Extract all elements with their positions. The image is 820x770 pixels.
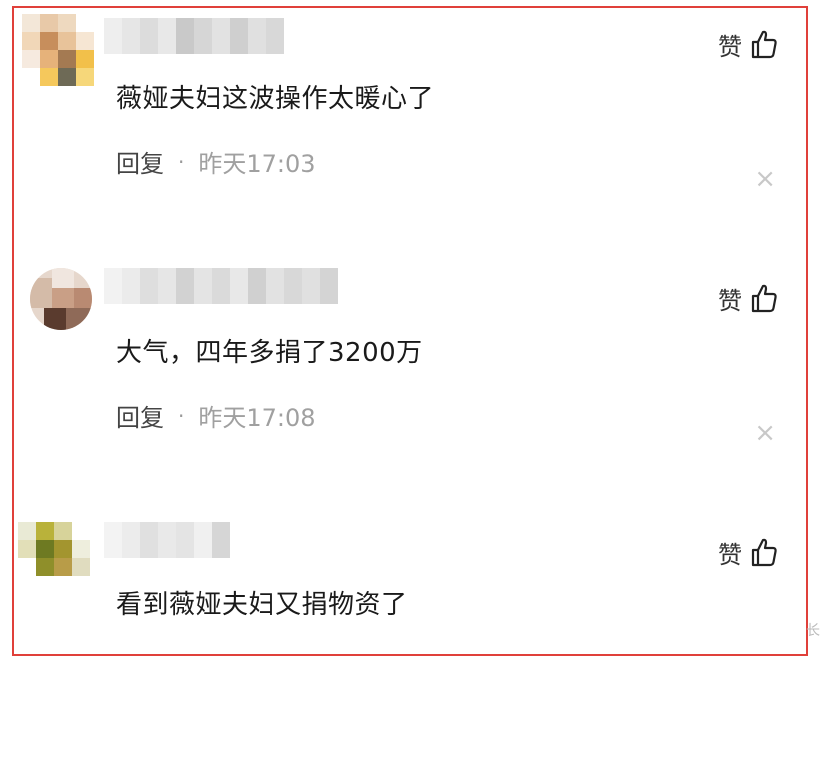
like-label: 赞 (718, 540, 742, 569)
avatar[interactable] (18, 522, 90, 586)
comment-text: 看到薇娅夫妇又捐物资了 (116, 590, 408, 620)
like-button[interactable]: 赞 (718, 280, 778, 316)
avatar[interactable] (30, 268, 92, 330)
comment-time: 昨天17:03 (198, 150, 316, 178)
comment-text: 薇娅夫妇这波操作太暖心了 (116, 84, 435, 114)
avatar[interactable] (22, 14, 94, 86)
like-label: 赞 (718, 32, 742, 61)
like-label: 赞 (718, 286, 742, 315)
comment-text: 大气，四年多捐了3200万 (116, 338, 423, 368)
comment-item: 赞 大气，四年多捐了3200万 回复 · 昨天17:08 × (0, 262, 820, 516)
comment-item: 赞 薇娅夫妇这波操作太暖心了 回复 · 昨天17:03 × (0, 8, 820, 262)
thumbs-up-icon (751, 30, 777, 59)
username-mosaic[interactable] (104, 522, 230, 558)
username-mosaic[interactable] (104, 18, 284, 54)
username-mosaic[interactable] (104, 268, 338, 304)
comment-meta: 回复 · 昨天17:08 (116, 398, 316, 433)
thumbs-up-icon (751, 284, 777, 313)
separator-dot: · (178, 149, 185, 174)
comment-meta: 回复 · 昨天17:03 (116, 144, 316, 179)
thumbs-up-icon (751, 538, 777, 567)
close-icon[interactable]: × (754, 420, 776, 446)
comment-item: 赞 看到薇娅夫妇又捐物资了 (0, 516, 820, 770)
reply-button[interactable]: 回复 (116, 398, 164, 433)
like-button[interactable]: 赞 (718, 534, 778, 570)
close-icon[interactable]: × (754, 166, 776, 192)
watermark-char: 长 (806, 623, 820, 639)
comment-time: 昨天17:08 (198, 404, 316, 432)
separator-dot: · (178, 403, 185, 428)
like-button[interactable]: 赞 (718, 26, 778, 62)
reply-button[interactable]: 回复 (116, 144, 164, 179)
